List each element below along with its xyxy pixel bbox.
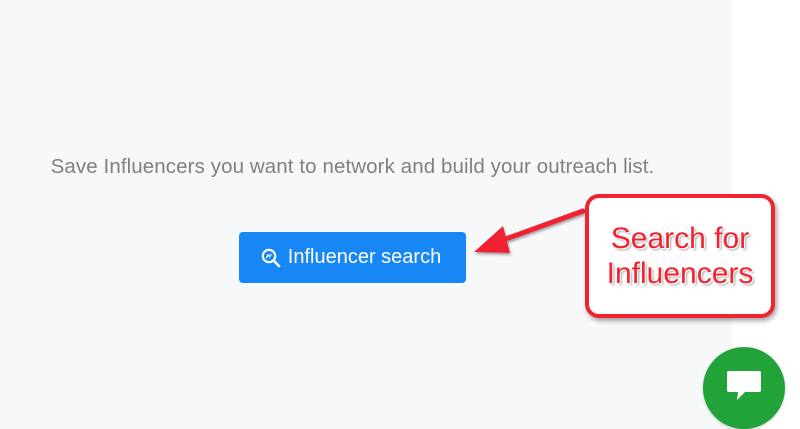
- search-icon: [260, 247, 282, 269]
- callout-box: Search for Influencers: [585, 194, 775, 318]
- influencer-search-button[interactable]: Influencer search: [239, 232, 466, 283]
- callout-text: Search for Influencers: [606, 222, 754, 290]
- empty-state-message: Save Influencers you want to network and…: [50, 155, 655, 178]
- chat-widget-button[interactable]: [703, 347, 785, 429]
- chat-bubble-icon: [724, 368, 764, 409]
- influencer-search-label: Influencer search: [287, 246, 442, 268]
